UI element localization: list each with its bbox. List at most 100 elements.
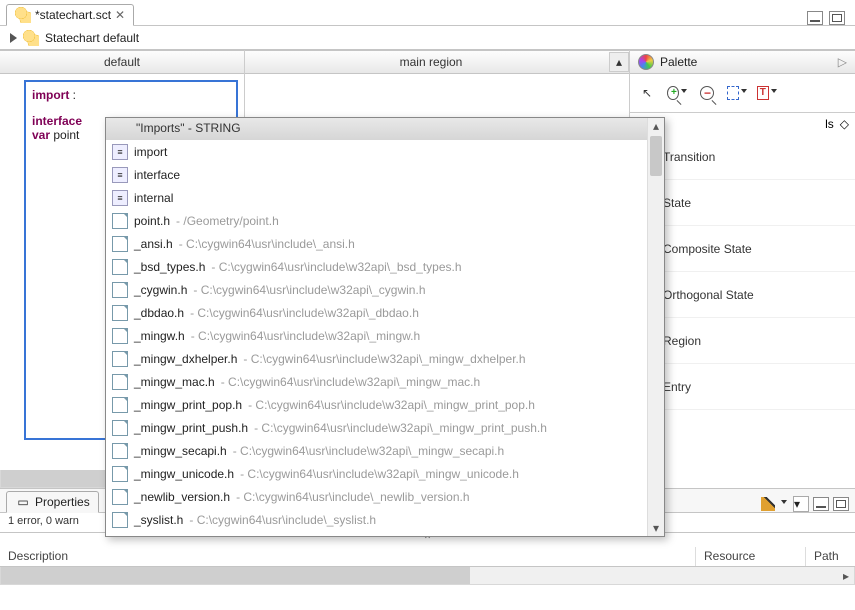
expand-icon[interactable] xyxy=(10,33,17,43)
palette-title: Palette xyxy=(660,55,697,69)
minimize-button[interactable] xyxy=(807,11,823,25)
autocomplete-file[interactable]: _dbdao.h - C:\cygwin64\usr\include\w32ap… xyxy=(106,301,647,324)
text-tool[interactable]: T xyxy=(756,82,778,104)
autocomplete-keyword[interactable]: ≡ internal xyxy=(106,186,647,209)
file-name: _newlib_version.h xyxy=(134,490,230,504)
autocomplete-scrollbar[interactable]: ▴ ▾ xyxy=(647,118,664,536)
autocomplete-file[interactable]: _mingw_mac.h - C:\cygwin64\usr\include\w… xyxy=(106,370,647,393)
marquee-tool[interactable] xyxy=(726,82,748,104)
kw-interface: interface xyxy=(32,114,82,128)
view-menu-button[interactable]: ▾ xyxy=(793,496,809,512)
properties-tab[interactable]: ▭ Properties xyxy=(6,491,99,513)
autocomplete-file[interactable]: _mingw_unicode.h - C:\cygwin64\usr\inclu… xyxy=(106,462,647,485)
breadcrumb-label: Statechart default xyxy=(45,31,139,45)
zoom-in-tool[interactable]: + xyxy=(666,82,688,104)
autocomplete-file[interactable]: _mingw_secapi.h - C:\cygwin64\usr\includ… xyxy=(106,439,647,462)
breadcrumb: Statechart default xyxy=(0,26,855,50)
file-icon xyxy=(112,351,128,367)
autocomplete-file[interactable]: _mingw.h - C:\cygwin64\usr\include\w32ap… xyxy=(106,324,647,347)
file-path: - C:\cygwin64\usr\include\_ansi.h xyxy=(179,237,355,251)
palette-item-label: Orthogonal State xyxy=(663,288,754,302)
zoom-out-tool[interactable]: − xyxy=(696,82,718,104)
palette-toolbar: ↖ + − T xyxy=(630,74,855,112)
definition-header: default xyxy=(0,50,244,74)
file-icon xyxy=(112,443,128,459)
file-name: _dbdao.h xyxy=(134,306,184,320)
file-icon xyxy=(112,420,128,436)
keyword-label: interface xyxy=(134,168,180,182)
scroll-up-button[interactable]: ▴ xyxy=(609,52,629,72)
autocomplete-file[interactable]: _cygwin.h - C:\cygwin64\usr\include\w32a… xyxy=(106,278,647,301)
palette-icon xyxy=(638,54,654,70)
autocomplete-file[interactable]: _newlib_version.h - C:\cygwin64\usr\incl… xyxy=(106,485,647,508)
autocomplete-file[interactable]: point.h - /Geometry/point.h xyxy=(106,209,647,232)
statechart-icon xyxy=(15,7,31,23)
scroll-thumb[interactable] xyxy=(650,136,662,176)
file-icon xyxy=(112,213,128,229)
file-icon xyxy=(112,489,128,505)
autocomplete-file[interactable]: _bsd_types.h - C:\cygwin64\usr\include\w… xyxy=(106,255,647,278)
pane-maximize-button[interactable] xyxy=(833,497,849,511)
file-path: - C:\cygwin64\usr\include\w32api\_mingw_… xyxy=(233,444,504,458)
close-tab-icon[interactable]: ✕ xyxy=(115,8,125,22)
maximize-button[interactable] xyxy=(829,11,845,25)
scroll-right-icon[interactable]: ▸ xyxy=(838,567,854,584)
keyword-icon: ≡ xyxy=(112,167,128,183)
editor-tab[interactable]: *statechart.sct ✕ xyxy=(6,4,134,26)
keyword-label: import xyxy=(134,145,167,159)
file-name: _mingw_mac.h xyxy=(134,375,215,389)
file-icon xyxy=(112,374,128,390)
palette-collapse-icon[interactable]: ▷ xyxy=(838,55,847,69)
autocomplete-header: "Imports" - STRING xyxy=(106,118,647,140)
autocomplete-file[interactable]: _ansi.h - C:\cygwin64\usr\include\_ansi.… xyxy=(106,232,647,255)
autocomplete-file[interactable]: _mingw_print_push.h - C:\cygwin64\usr\in… xyxy=(106,416,647,439)
window-controls xyxy=(807,11,849,25)
file-icon xyxy=(112,512,128,528)
scroll-up-icon[interactable]: ▴ xyxy=(648,118,664,134)
keyword-label: internal xyxy=(134,191,173,205)
col-resource[interactable]: Resource xyxy=(695,547,805,566)
file-name: _mingw_secapi.h xyxy=(134,444,227,458)
select-tool[interactable]: ↖ xyxy=(636,82,658,104)
pane-minimize-button[interactable] xyxy=(813,497,829,511)
autocomplete-file[interactable]: _mingw_dxhelper.h - C:\cygwin64\usr\incl… xyxy=(106,347,647,370)
autocomplete-keyword[interactable]: ≡import xyxy=(106,140,647,163)
palette-item-label: Entry xyxy=(663,380,691,394)
file-icon xyxy=(112,236,128,252)
file-icon xyxy=(112,259,128,275)
file-icon xyxy=(112,397,128,413)
col-path[interactable]: Path xyxy=(805,547,855,566)
autocomplete-file[interactable]: _mingw_print_pop.h - C:\cygwin64\usr\inc… xyxy=(106,393,647,416)
col-description[interactable]: Description xyxy=(0,547,695,566)
file-name: _mingw_dxhelper.h xyxy=(134,352,237,366)
autocomplete-list: "Imports" - STRING ≡import ≡ interface ≡ int… xyxy=(106,118,647,536)
file-name: _mingw_unicode.h xyxy=(134,467,234,481)
edit-icon[interactable] xyxy=(761,497,775,511)
file-path: - C:\cygwin64\usr\include\w32api\_mingw_… xyxy=(254,421,547,435)
file-icon xyxy=(112,305,128,321)
file-name: _bsd_types.h xyxy=(134,260,205,274)
autocomplete-keyword[interactable]: ≡ interface xyxy=(106,163,647,186)
file-path: - C:\cygwin64\usr\include\w32api\_mingw_… xyxy=(248,398,535,412)
palette-item-label: Region xyxy=(663,334,701,348)
kw-var: var xyxy=(32,128,50,142)
problems-header-row: Description Resource Path xyxy=(0,547,855,567)
scroll-down-icon[interactable]: ▾ xyxy=(648,520,664,536)
keyword-icon: ≡ xyxy=(112,190,128,206)
palette-item-label: Composite State xyxy=(663,242,752,256)
problems-hscroll[interactable]: ◂ ▸ xyxy=(0,567,855,585)
autocomplete-file[interactable]: _syslist.h - C:\cygwin64\usr\include\_sy… xyxy=(106,508,647,531)
scroll-thumb[interactable] xyxy=(1,567,470,584)
tab-title: *statechart.sct xyxy=(35,8,111,22)
palette-item-label: Transition xyxy=(663,150,715,164)
file-path: - C:\cygwin64\usr\include\w32api\_mingw.… xyxy=(191,329,420,343)
bottom-toolbar: ▾ xyxy=(761,496,849,512)
file-path: - /Geometry/point.h xyxy=(176,214,279,228)
kw-import: import xyxy=(32,88,69,102)
palette-item-label: State xyxy=(663,196,691,210)
properties-icon: ▭ xyxy=(15,494,31,510)
dropdown-icon[interactable] xyxy=(781,500,789,508)
file-icon xyxy=(112,282,128,298)
file-icon xyxy=(112,466,128,482)
file-path: - C:\cygwin64\usr\include\w32api\_cygwin… xyxy=(193,283,425,297)
